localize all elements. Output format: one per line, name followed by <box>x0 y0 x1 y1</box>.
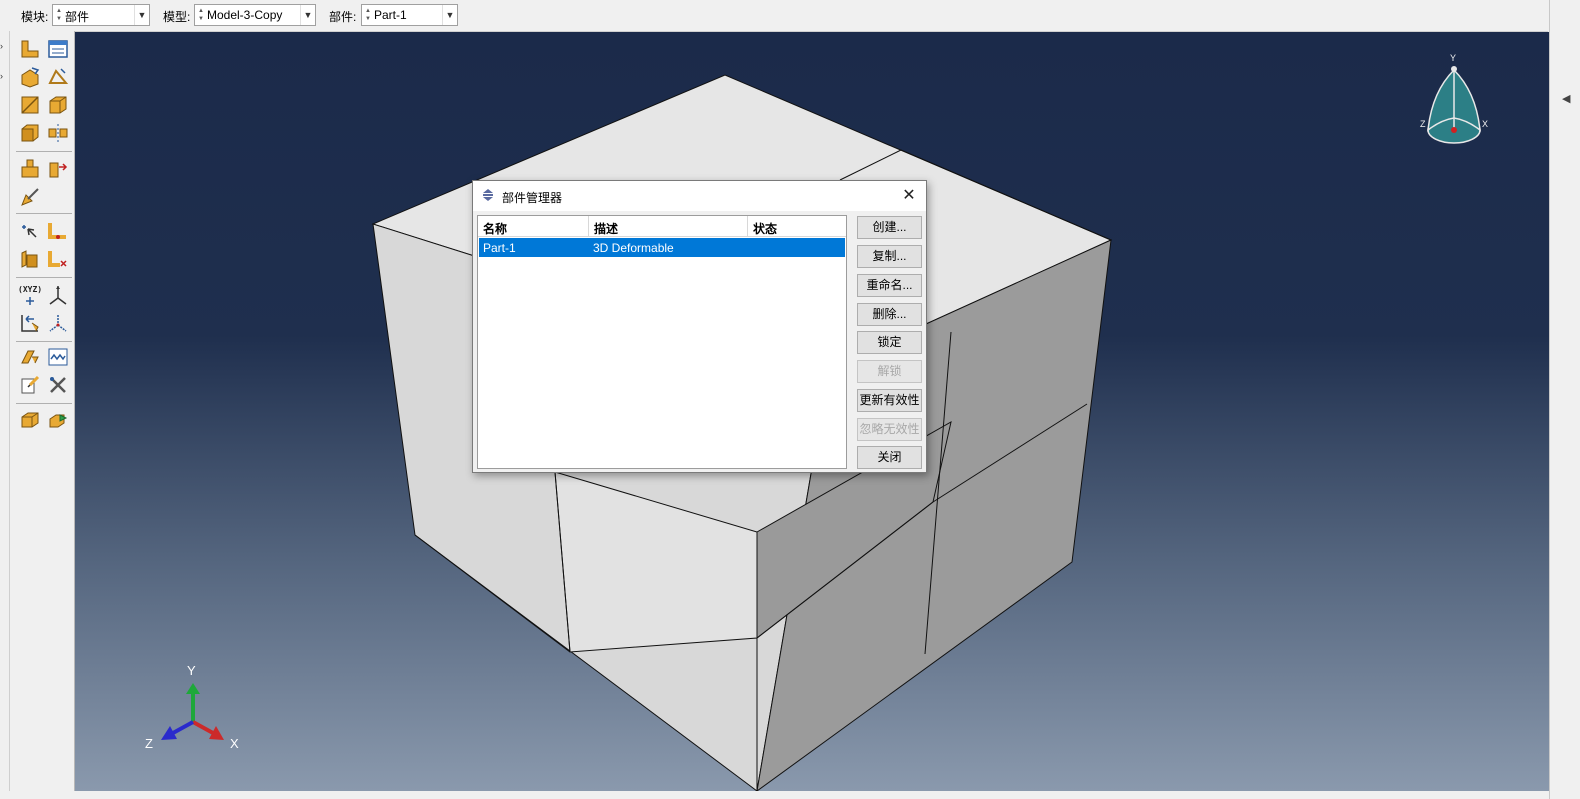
query-icon[interactable] <box>18 373 42 397</box>
lock-button[interactable]: 锁定 <box>857 331 922 354</box>
rename-button[interactable]: 重命名... <box>857 274 922 297</box>
gutter-mark-icon: › <box>0 41 3 51</box>
ignore-invalidity-button[interactable]: 忽略无效性 <box>857 418 922 441</box>
create-part-icon[interactable] <box>18 37 42 61</box>
partition-cell-icon[interactable] <box>18 157 42 181</box>
partition-edge-icon[interactable] <box>18 185 42 209</box>
create-extrude-icon[interactable] <box>46 93 70 117</box>
create-button[interactable]: 创建... <box>857 216 922 239</box>
spin-icon[interactable]: ▲ ▼ <box>364 7 372 23</box>
model-value: Model-3-Copy <box>207 8 283 22</box>
create-round-icon[interactable] <box>18 121 42 145</box>
close-button[interactable]: 关闭 <box>857 446 922 469</box>
toolbox-separator <box>16 341 72 342</box>
part-manager-icon[interactable] <box>46 37 70 61</box>
toolbox-separator <box>16 403 72 404</box>
column-header-status[interactable]: 状态 <box>748 216 846 237</box>
right-panel-edge <box>1549 0 1580 799</box>
chevron-down-icon[interactable]: ▼ <box>300 5 315 25</box>
module-value: 部件 <box>65 10 90 24</box>
mirror-icon[interactable] <box>46 121 70 145</box>
create-datum-icon[interactable] <box>18 219 42 243</box>
unlock-button[interactable]: 解锁 <box>857 360 922 383</box>
compass-label-z: Z <box>1420 119 1426 129</box>
svg-text:(XYZ): (XYZ) <box>18 285 42 294</box>
triad-label-y: Y <box>187 663 196 678</box>
dialog-titlebar[interactable]: 部件管理器 ✕ <box>473 181 926 211</box>
create-cut-icon[interactable] <box>18 93 42 117</box>
datum-plane-icon[interactable] <box>18 311 42 335</box>
triad-label-x: X <box>230 736 239 751</box>
column-header-name[interactable]: 名称 <box>478 216 589 237</box>
cell-description: 3D Deformable <box>593 241 674 255</box>
triad-label-z: Z <box>145 736 153 751</box>
create-shell-icon[interactable] <box>46 65 70 89</box>
stitch-icon[interactable] <box>18 345 42 369</box>
datum-point-icon[interactable]: (XYZ) <box>18 283 42 307</box>
copy-button[interactable]: 复制... <box>857 245 922 268</box>
table-row[interactable]: Part-1 3D Deformable <box>479 238 845 257</box>
datum-axis-icon[interactable] <box>46 283 70 307</box>
module-label: 模块: <box>21 10 49 24</box>
wire-icon[interactable] <box>46 345 70 369</box>
create-solid-icon[interactable] <box>18 65 42 89</box>
cell-name: Part-1 <box>483 241 516 255</box>
set-icon[interactable] <box>46 407 70 431</box>
collapse-arrow-icon[interactable]: ◀ <box>1562 92 1570 105</box>
axis-triad: Y X Z <box>145 663 239 751</box>
virtual-topology-icon[interactable] <box>46 219 70 243</box>
parts-list[interactable]: 名称 描述 状态 Part-1 3D Deformable <box>477 215 847 469</box>
part-label: 部件: <box>329 10 357 24</box>
toolbox-separator <box>16 151 72 152</box>
dialog-app-icon <box>483 189 493 201</box>
column-header-description[interactable]: 描述 <box>589 216 748 237</box>
spin-icon[interactable]: ▲ ▼ <box>55 7 63 23</box>
datum-csys-icon[interactable] <box>46 311 70 335</box>
model-combo[interactable]: ▲ ▼ Model-3-Copy ▼ <box>194 4 316 26</box>
partition-face-icon[interactable] <box>46 157 70 181</box>
compass-label-x: X <box>1482 119 1488 129</box>
part-combo[interactable]: ▲ ▼ Part-1 ▼ <box>361 4 458 26</box>
view-compass-icon[interactable]: Y X Z <box>1420 53 1488 144</box>
spin-icon[interactable]: ▲ ▼ <box>197 7 205 23</box>
compass-label-y: Y <box>1450 53 1456 63</box>
bottom-edge <box>0 791 1549 799</box>
chevron-down-icon[interactable]: ▼ <box>442 5 457 25</box>
toolbox-separator <box>16 277 72 278</box>
delete-button[interactable]: 删除... <box>857 303 922 326</box>
remove-face-icon[interactable] <box>46 247 70 271</box>
gutter-mark-icon: › <box>0 71 3 81</box>
repair-icon[interactable] <box>18 247 42 271</box>
close-icon[interactable]: ✕ <box>898 185 920 207</box>
left-gutter[interactable]: › › <box>0 31 10 799</box>
part-value: Part-1 <box>374 8 407 22</box>
tools-icon[interactable] <box>46 373 70 397</box>
model-label: 模型: <box>163 10 191 24</box>
module-combo[interactable]: ▲ ▼ 部件 ▼ <box>52 4 150 26</box>
dialog-title: 部件管理器 <box>502 191 563 205</box>
context-bar: 模块: ▲ ▼ 部件 ▼ 模型: ▲ ▼ Model-3-Copy ▼ 部件: ▲ ▼… <box>0 0 1548 32</box>
assembly-icon[interactable] <box>18 407 42 431</box>
part-manager-dialog: 部件管理器 ✕ 名称 描述 状态 Part-1 3D Deformable 创建… <box>472 180 927 473</box>
part-toolbox: (XYZ) <box>10 31 75 791</box>
update-validity-button[interactable]: 更新有效性 <box>857 389 922 412</box>
toolbox-separator <box>16 213 72 214</box>
chevron-down-icon[interactable]: ▼ <box>134 5 149 25</box>
